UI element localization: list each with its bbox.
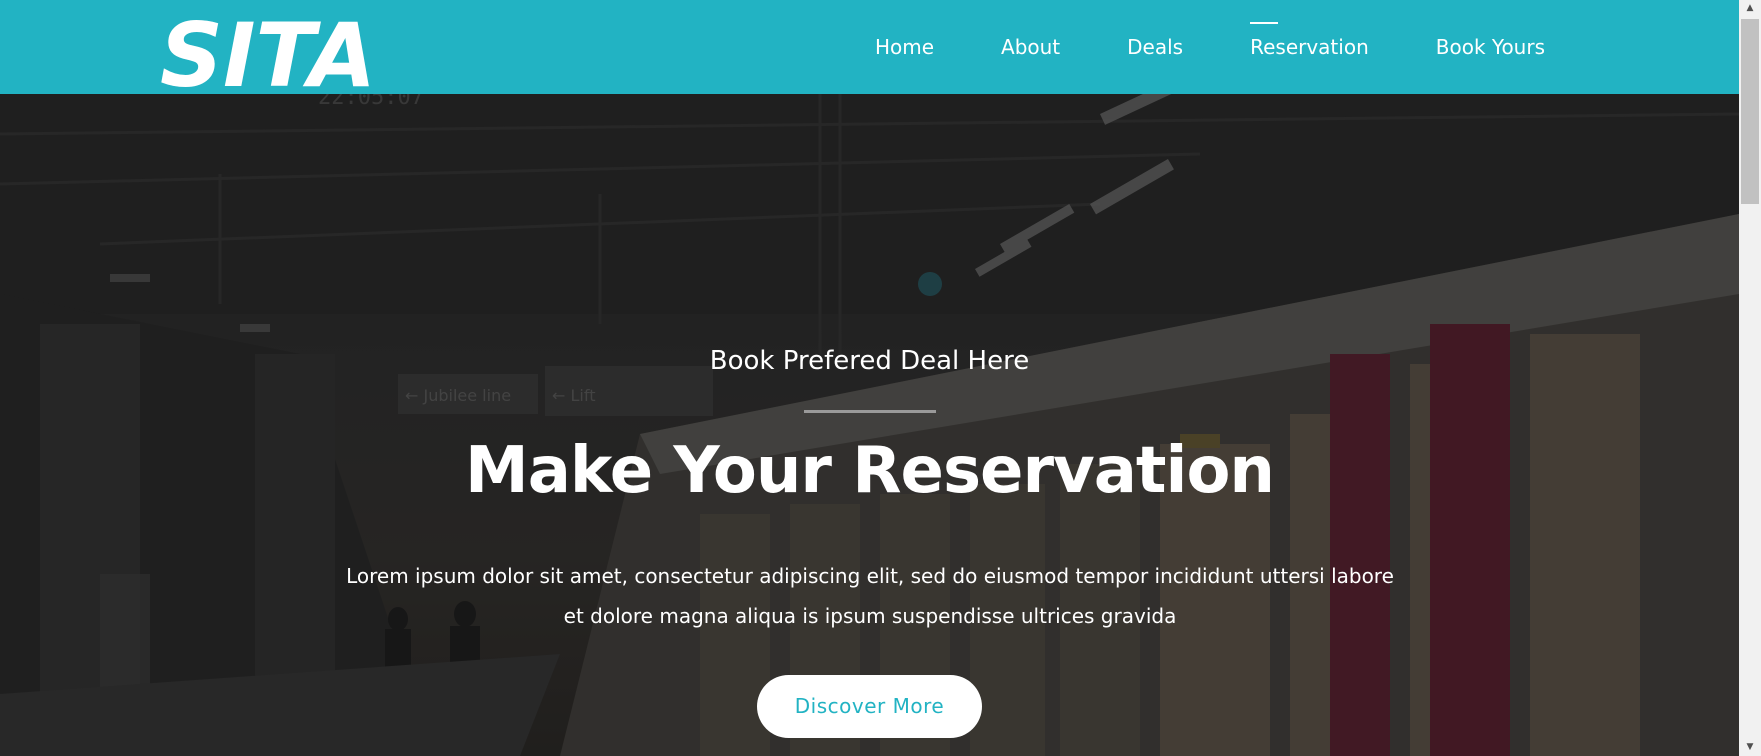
- hero-description: Lorem ipsum dolor sit amet, consectetur …: [330, 556, 1410, 636]
- hero-description-line-1: Lorem ipsum dolor sit amet, consectetur …: [346, 564, 1394, 588]
- page: SITA Home About Deals Reservation Book Y…: [0, 0, 1761, 756]
- scroll-down-arrow-icon[interactable]: ▼: [1739, 739, 1761, 756]
- scroll-thumb[interactable]: [1741, 19, 1759, 204]
- nav-deals[interactable]: Deals: [1127, 0, 1183, 94]
- scroll-up-arrow-icon[interactable]: ▲: [1739, 0, 1761, 17]
- hero-content: Book Prefered Deal Here Make Your Reserv…: [0, 94, 1739, 756]
- nav-home[interactable]: Home: [875, 0, 934, 94]
- hero-title: Make Your Reservation: [465, 434, 1275, 508]
- hero-section: ← Jubilee line ← Lift 22:05:07 Book Pref…: [0, 94, 1739, 756]
- nav-reservation[interactable]: Reservation: [1250, 0, 1369, 94]
- nav-about[interactable]: About: [1001, 0, 1060, 94]
- hero-subtitle: Book Prefered Deal Here: [709, 346, 1030, 376]
- page-scrollbar[interactable]: ▲ ▼: [1739, 0, 1761, 756]
- subtitle-divider: [804, 410, 936, 413]
- hero-description-line-2: et dolore magna aliqua is ipsum suspendi…: [563, 604, 1177, 628]
- main-nav: Home About Deals Reservation Book Yours: [808, 0, 1545, 94]
- nav-book-yours[interactable]: Book Yours: [1436, 0, 1545, 94]
- discover-more-button[interactable]: Discover More: [757, 675, 982, 738]
- site-header: SITA Home About Deals Reservation Book Y…: [0, 0, 1739, 94]
- svg-text:SITA: SITA: [160, 14, 376, 90]
- sita-logo[interactable]: SITA: [160, 14, 380, 90]
